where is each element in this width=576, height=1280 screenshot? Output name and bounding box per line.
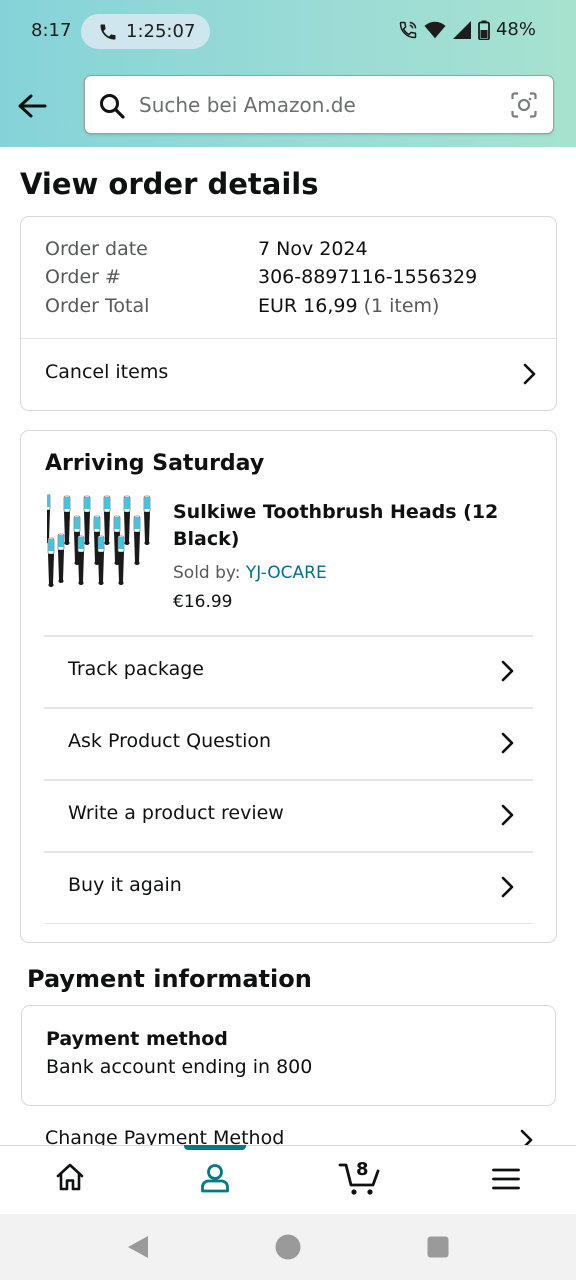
camera-scan-icon[interactable] — [511, 92, 537, 118]
chevron-right-icon — [501, 732, 514, 754]
toothbrush-head — [47, 494, 51, 543]
search-bar[interactable] — [84, 75, 554, 134]
back-arrow-icon — [18, 94, 47, 118]
order-total-items: (1 item) — [363, 295, 440, 317]
seller-link[interactable]: YJ-OCARE — [246, 563, 327, 583]
delivery-status: Arriving Saturday — [45, 451, 265, 476]
call-timer: 1:25:07 — [126, 21, 196, 42]
sold-by: Sold by: YJ-OCARE — [173, 563, 327, 583]
write-review-row[interactable]: Write a product review — [44, 781, 533, 851]
track-package-label: Track package — [68, 658, 204, 680]
search-icon — [100, 94, 125, 119]
shipment-card: Arriving Saturday Sulkiwe Toothbrush Hea… — [20, 430, 557, 943]
system-home-icon[interactable] — [275, 1234, 301, 1260]
chevron-right-icon — [501, 876, 514, 898]
product-title[interactable]: Sulkiwe Toothbrush Heads (12 Black) — [173, 499, 513, 553]
change-payment-method-link[interactable]: Change Payment Method — [45, 1127, 284, 1145]
chevron-right-icon — [501, 660, 514, 682]
payment-method-label: Payment method — [46, 1028, 228, 1050]
status-time: 8:17 — [31, 20, 72, 41]
home-icon[interactable] — [55, 1162, 85, 1192]
search-input[interactable] — [137, 86, 497, 124]
order-total-label: Order Total — [45, 295, 150, 317]
track-package-row[interactable]: Track package — [44, 637, 533, 707]
system-recents-icon[interactable] — [427, 1236, 449, 1258]
ongoing-call-pill[interactable]: 1:25:07 — [81, 14, 210, 49]
main-content: View order details Order date 7 Nov 2024… — [0, 147, 576, 1145]
cancel-items-row[interactable]: Cancel items — [21, 339, 556, 411]
order-date-value: 7 Nov 2024 — [258, 238, 368, 260]
signal-icon — [452, 20, 471, 39]
system-navigation-bar — [0, 1214, 576, 1280]
order-number-label: Order # — [45, 266, 121, 288]
back-button[interactable] — [14, 88, 50, 124]
order-date-label: Order date — [45, 238, 148, 260]
battery-percent: 48% — [495, 19, 536, 40]
payment-method-card: Payment method Bank account ending in 80… — [21, 1005, 556, 1106]
buy-it-again-label: Buy it again — [68, 874, 182, 896]
divider — [44, 923, 533, 924]
app-header: 8:17 1:25:07 48% — [0, 0, 576, 147]
active-tab-indicator — [184, 1145, 246, 1150]
wifi-icon — [424, 21, 446, 38]
ask-product-question-row[interactable]: Ask Product Question — [44, 709, 533, 779]
wifi-call-icon — [399, 21, 417, 38]
page-title: View order details — [20, 167, 319, 201]
bottom-navigation: 8 — [0, 1145, 576, 1214]
order-summary-card: Order date 7 Nov 2024 Order # 306-889711… — [20, 216, 557, 411]
chevron-right-icon — [520, 1129, 533, 1145]
write-review-label: Write a product review — [68, 802, 284, 824]
account-icon[interactable] — [199, 1162, 231, 1194]
product-image[interactable] — [47, 494, 151, 606]
buy-it-again-row[interactable]: Buy it again — [44, 853, 533, 923]
payment-section-title: Payment information — [27, 965, 312, 993]
product-price: €16.99 — [173, 592, 233, 612]
chevron-right-icon — [523, 363, 536, 385]
cart-count-badge: 8 — [356, 1159, 369, 1180]
order-number-value: 306-8897116-1556329 — [258, 266, 478, 288]
chevron-right-icon — [501, 804, 514, 826]
sold-by-label: Sold by: — [173, 563, 241, 583]
status-bar: 8:17 1:25:07 48% — [0, 0, 576, 64]
menu-icon[interactable] — [492, 1168, 520, 1190]
order-total-amount: EUR 16,99 — [258, 295, 358, 317]
phone-icon — [100, 24, 116, 40]
cancel-items-label: Cancel items — [45, 361, 169, 383]
payment-method-value: Bank account ending in 800 — [46, 1056, 313, 1078]
status-icons: 48% — [398, 19, 536, 40]
battery-icon — [478, 20, 490, 40]
ask-product-question-label: Ask Product Question — [68, 730, 272, 752]
system-back-icon[interactable] — [126, 1234, 150, 1260]
order-total-value: EUR 16,99 (1 item) — [258, 295, 439, 317]
